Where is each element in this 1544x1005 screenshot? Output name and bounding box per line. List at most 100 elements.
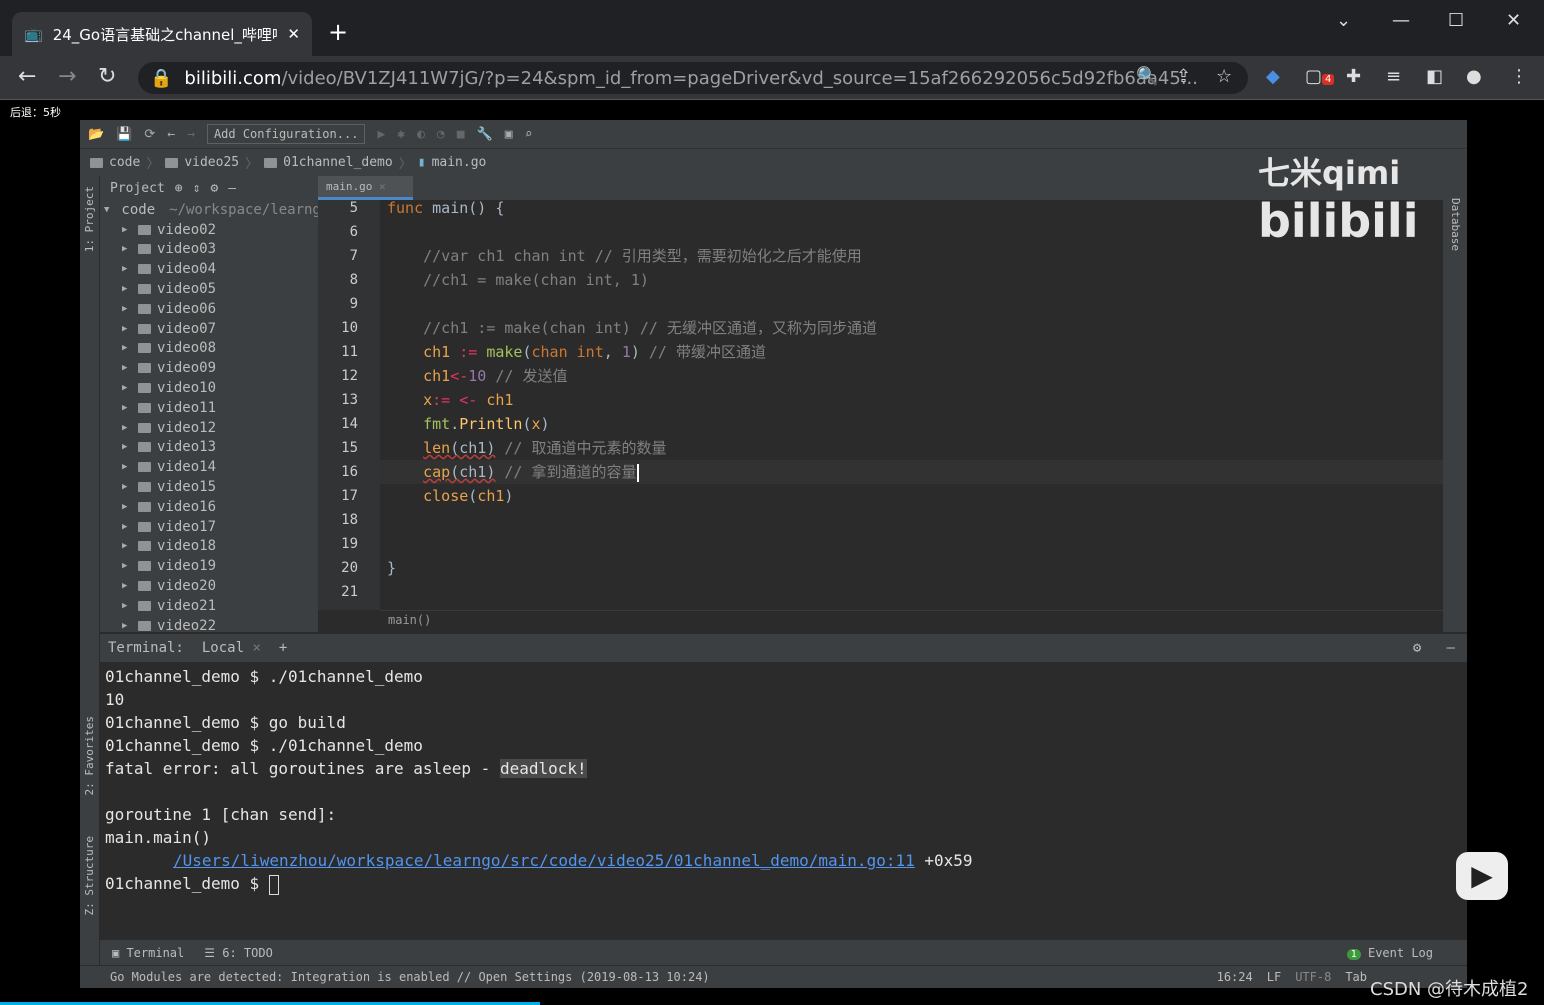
terminal-tool-button[interactable]: ▣ Terminal	[112, 946, 184, 960]
tree-item[interactable]: ▶ video12	[100, 418, 318, 438]
breadcrumb-item[interactable]: 01channel_demo	[283, 155, 393, 170]
expand-icon[interactable]: ▶	[122, 363, 132, 373]
new-tab-button[interactable]: +	[328, 18, 348, 46]
breadcrumb-item[interactable]: video25	[184, 155, 239, 170]
minimize-button[interactable]: —	[1392, 10, 1410, 31]
expand-icon[interactable]: ▶	[122, 403, 132, 413]
file-encoding[interactable]: UTF-8	[1295, 970, 1331, 984]
expand-icon[interactable]: ▶	[122, 561, 132, 571]
share-icon[interactable]: ⇪	[1176, 66, 1191, 87]
tree-item[interactable]: ▶ video13	[100, 438, 318, 458]
back-icon[interactable]: ←	[167, 127, 175, 142]
tree-item[interactable]: ▶ video22	[100, 616, 318, 632]
expand-icon[interactable]: ▶	[122, 324, 132, 334]
search-icon[interactable]: ⌕	[525, 127, 533, 142]
tree-root[interactable]: ▼ code ~/workspace/learngo	[100, 200, 318, 220]
expand-icon[interactable]: ▶	[122, 502, 132, 512]
collapse-icon[interactable]: ⇕	[193, 181, 201, 196]
tree-item[interactable]: ▶ video14	[100, 457, 318, 477]
tree-item[interactable]: ▶ video04	[100, 259, 318, 279]
zoom-icon[interactable]: 🔍	[1136, 66, 1158, 87]
close-icon[interactable]: ×	[379, 180, 386, 193]
gear-icon[interactable]: ⚙ —	[1413, 640, 1455, 656]
forward-icon[interactable]: →	[58, 64, 76, 89]
tree-item[interactable]: ▶ video09	[100, 358, 318, 378]
gear-icon[interactable]: ⚙	[210, 181, 218, 196]
structure-tool-button[interactable]: Z: Structure	[83, 836, 96, 915]
expand-icon[interactable]: ▶	[122, 442, 132, 452]
tab-search-icon[interactable]: ⌄	[1336, 10, 1351, 31]
todo-tool-button[interactable]: ☰ 6: TODO	[204, 946, 273, 960]
expand-icon[interactable]: ▶	[122, 601, 132, 611]
hide-icon[interactable]: —	[228, 181, 236, 196]
tree-item[interactable]: ▶ video21	[100, 596, 318, 616]
expand-icon[interactable]: ▶	[122, 541, 132, 551]
caret-position[interactable]: 16:24	[1217, 970, 1253, 984]
forward-icon[interactable]: →	[187, 127, 195, 142]
expand-icon[interactable]: ▶	[122, 581, 132, 591]
url-input[interactable]: 🔒 bilibili.com/video/BV1ZJ411W7jG/?p=24&…	[138, 62, 1248, 94]
reload-icon[interactable]: ↻	[98, 64, 116, 89]
close-window-button[interactable]: ✕	[1506, 10, 1521, 31]
indent-setting[interactable]: Tab	[1345, 970, 1367, 984]
wrench-icon[interactable]: 🔧	[477, 127, 493, 142]
expand-icon[interactable]: ▶	[122, 264, 132, 274]
tree-item[interactable]: ▶ video16	[100, 497, 318, 517]
expand-icon[interactable]: ▶	[122, 522, 132, 532]
tree-item[interactable]: ▶ video11	[100, 398, 318, 418]
expand-icon[interactable]: ▶	[122, 423, 132, 433]
expand-icon[interactable]: ▶	[122, 284, 132, 294]
favorites-tool-button[interactable]: 2: Favorites	[83, 716, 96, 795]
tree-item[interactable]: ▶ video08	[100, 339, 318, 359]
tree-item[interactable]: ▶ video19	[100, 556, 318, 576]
stop-icon[interactable]: ■	[457, 127, 465, 142]
bilibili-play-icon[interactable]: ▶	[1456, 852, 1508, 900]
add-configuration-button[interactable]: Add Configuration...	[206, 124, 366, 144]
save-icon[interactable]: 💾	[116, 127, 132, 142]
expand-icon[interactable]: ▶	[122, 304, 132, 314]
expand-icon[interactable]: ▶	[122, 225, 132, 235]
tree-item[interactable]: ▶ video03	[100, 240, 318, 260]
status-message[interactable]: Go Modules are detected: Integration is …	[110, 970, 710, 984]
tree-item[interactable]: ▶ video15	[100, 477, 318, 497]
code-editor[interactable]: func main() { //var ch1 chan int // 引用类型…	[380, 200, 1443, 610]
line-separator[interactable]: LF	[1267, 970, 1281, 984]
source-link[interactable]: /Users/liwenzhou/workspace/learngo/src/c…	[173, 851, 915, 870]
expand-icon[interactable]: ▶	[122, 621, 132, 631]
coverage-icon[interactable]: ◐	[417, 127, 425, 142]
editor-breadcrumb[interactable]: main()	[380, 610, 1443, 632]
bookmark-star-icon[interactable]: ☆	[1216, 66, 1232, 87]
expand-icon[interactable]: ▶	[122, 462, 132, 472]
puzzle-icon[interactable]: ✚	[1346, 66, 1361, 87]
avatar[interactable]: ●	[1466, 66, 1482, 87]
tree-item[interactable]: ▶ video18	[100, 537, 318, 557]
new-terminal-button[interactable]: +	[279, 640, 287, 656]
expand-icon[interactable]: ▶	[122, 383, 132, 393]
tree-item[interactable]: ▶ video05	[100, 279, 318, 299]
run-icon[interactable]: ▶	[377, 127, 385, 142]
media-icon[interactable]: ≡	[1386, 66, 1401, 87]
project-tool-button[interactable]: 1: Project	[83, 186, 96, 252]
tree-item[interactable]: ▶ video20	[100, 576, 318, 596]
breadcrumb-item[interactable]: code	[109, 155, 140, 170]
sidepanel-icon[interactable]: ◧	[1426, 66, 1443, 87]
debug-icon[interactable]: ✱	[397, 127, 405, 142]
terminal-icon[interactable]: ▣	[505, 127, 513, 142]
extension-badge-icon[interactable]: ▢ 4	[1305, 66, 1335, 87]
tree-item[interactable]: ▶ video02	[100, 220, 318, 240]
tree-item[interactable]: ▶ video10	[100, 378, 318, 398]
extension-icon[interactable]: ◆	[1266, 66, 1280, 87]
profile-icon[interactable]: ◔	[437, 127, 445, 142]
tree-item[interactable]: ▶ video07	[100, 319, 318, 339]
expand-icon[interactable]: ▶	[122, 244, 132, 254]
project-view-selector[interactable]: Project	[110, 181, 165, 196]
breadcrumb-item[interactable]: main.go	[432, 155, 487, 170]
terminal-tab-local[interactable]: Local ×	[202, 640, 261, 656]
open-icon[interactable]: 📂	[88, 127, 104, 142]
back-icon[interactable]: ←	[18, 64, 36, 89]
locate-icon[interactable]: ⊕	[175, 181, 183, 196]
expand-icon[interactable]: ▶	[122, 482, 132, 492]
tree-item[interactable]: ▶ video06	[100, 299, 318, 319]
tab-main-go[interactable]: main.go ×	[318, 176, 413, 200]
expand-icon[interactable]: ▶	[122, 343, 132, 353]
